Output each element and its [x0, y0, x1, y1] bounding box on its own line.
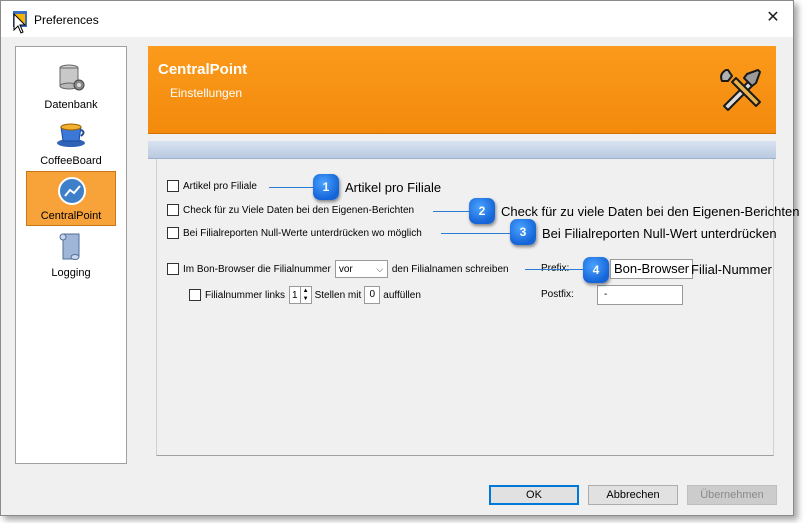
apply-button[interactable]: Übernehmen: [687, 485, 777, 505]
filialnr-checkbox[interactable]: [189, 289, 201, 301]
scroll-icon: [59, 233, 80, 260]
spin-up-icon[interactable]: ▲: [301, 287, 311, 295]
preferences-window: Preferences ✕ Datenbank CoffeeBoard Cent…: [0, 0, 799, 516]
null-option[interactable]: Bei Filialreporten Null-Werte unterdrück…: [167, 227, 422, 239]
callout-line-1: [269, 187, 315, 188]
postfix-label: Postfix:: [541, 289, 574, 300]
sidebar-item-logging[interactable]: Logging: [26, 227, 116, 282]
callout-text-1: Artikel pro Filiale: [345, 180, 442, 195]
chevron-down-icon: ⌵: [376, 263, 384, 274]
callout-badge-1: 1: [313, 174, 339, 200]
panel-title: CentralPoint: [158, 61, 248, 78]
database-gear-icon: [59, 64, 85, 91]
check-option[interactable]: Check für zu Viele Daten bei den Eigenen…: [167, 204, 414, 216]
callout-text-2: Check für zu viele Daten bei den Eigenen…: [501, 204, 800, 219]
filialnr-spinner[interactable]: 1 ▲ ▼: [289, 286, 312, 304]
bon-label-after: den Filialnamen schreiben: [391, 263, 509, 275]
callout-line-4: [525, 269, 585, 270]
sidebar-item-label: Logging: [51, 267, 91, 279]
panel-subtitle: Einstellungen: [170, 86, 243, 100]
check-label: Check für zu Viele Daten bei den Eigenen…: [183, 204, 415, 216]
spin-down-icon[interactable]: ▼: [301, 295, 311, 303]
artikel-option[interactable]: Artikel pro Filiale: [167, 180, 257, 192]
stellen-label: Stellen mit: [314, 289, 362, 301]
chart-line-icon: [58, 177, 86, 205]
filialnr-spin-value: 1: [292, 289, 298, 301]
filialnr-option[interactable]: Filialnummer links 1 ▲ ▼ Stellen mit 0 a…: [189, 286, 421, 304]
bon-select-value: vor: [338, 263, 353, 275]
null-checkbox[interactable]: [167, 227, 179, 239]
window-title: Preferences: [34, 13, 99, 27]
sidebar-item-centralpoint[interactable]: CentralPoint: [26, 171, 116, 226]
null-label: Bei Filialreporten Null-Werte unterdrück…: [183, 227, 422, 239]
ok-button[interactable]: OK: [489, 485, 579, 505]
settings-panel: CentralPoint Einstellungen: [148, 46, 776, 456]
sidebar-item-label: CoffeeBoard: [40, 155, 102, 167]
callout-text-3: Bei Filialreporten Null-Wert unterdrücke…: [542, 226, 777, 241]
sidebar-item-datenbank[interactable]: Datenbank: [26, 59, 116, 114]
check-checkbox[interactable]: [167, 204, 179, 216]
sidebar-item-label: CentralPoint: [40, 210, 102, 222]
sidebar-item-label: Datenbank: [44, 99, 98, 111]
section-bar: [148, 141, 776, 159]
fill-char-field[interactable]: 0: [364, 286, 381, 304]
callout-text-4: Filial-Nummer: [691, 262, 772, 277]
callout-badge-2: 2: [469, 198, 495, 224]
tools-icon: [720, 69, 761, 111]
bon-checkbox[interactable]: [167, 263, 179, 275]
callout-badge-4: 4: [583, 257, 609, 283]
bon-label-before: Im Bon-Browser die Filialnummer: [183, 263, 331, 275]
coffee-cup-icon: [57, 123, 85, 147]
auffuellen-label: auffüllen: [383, 289, 421, 301]
close-button[interactable]: ✕: [765, 10, 781, 26]
callout-box-4: Bon-Browser: [610, 259, 694, 279]
filialnr-label: Filialnummer links: [205, 289, 286, 301]
bon-position-select[interactable]: vor ⌵: [334, 260, 388, 278]
mouse-cursor-icon: [13, 13, 27, 34]
title-bar: Preferences ✕: [1, 1, 793, 37]
bon-option[interactable]: Im Bon-Browser die Filialnummer vor ⌵ de…: [167, 260, 509, 278]
callout-line-2: [433, 211, 471, 212]
artikel-label: Artikel pro Filiale: [183, 180, 257, 192]
callout-line-3: [441, 233, 513, 234]
panel-header: CentralPoint Einstellungen: [148, 46, 776, 134]
callout-badge-3: 3: [510, 219, 536, 245]
postfix-field[interactable]: -: [597, 285, 683, 305]
cancel-button[interactable]: Abbrechen: [588, 485, 678, 505]
artikel-checkbox[interactable]: [167, 180, 179, 192]
sidebar-item-coffeeboard[interactable]: CoffeeBoard: [26, 115, 116, 170]
preferences-sidebar: Datenbank CoffeeBoard CentralPoint Loggi…: [15, 46, 127, 464]
